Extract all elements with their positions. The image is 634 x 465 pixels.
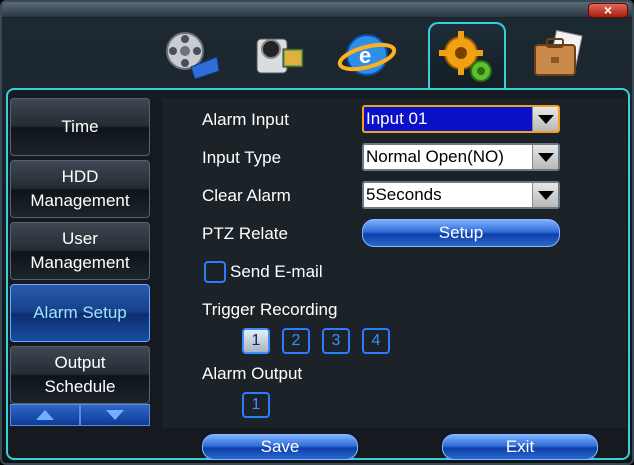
input-type-select[interactable]: Normal Open(NO) xyxy=(362,143,560,171)
sidebar-item-alarm-setup[interactable]: Alarm Setup xyxy=(10,284,150,342)
send-email-label: Send E-mail xyxy=(230,262,323,281)
trigger-channel-1[interactable]: 1 xyxy=(242,328,270,354)
alarm-output-1[interactable]: 1 xyxy=(242,392,270,418)
ptz-relate-label: PTZ Relate xyxy=(202,224,288,243)
sidebar-item-output-schedule[interactable]: Output Schedule xyxy=(10,346,150,404)
tab-camera[interactable] xyxy=(240,22,318,88)
trigger-recording-label: Trigger Recording xyxy=(202,300,338,319)
top-tab-bar: e xyxy=(152,22,612,90)
alarm-input-select[interactable]: Input 01 xyxy=(362,105,560,133)
sidebar-item-label-line2: Schedule xyxy=(44,377,116,396)
exit-button[interactable]: Exit xyxy=(442,434,598,460)
tab-system-info[interactable] xyxy=(520,22,598,88)
sidebar-item-label-line2: Management xyxy=(30,253,130,272)
chevron-down-icon[interactable] xyxy=(532,183,558,207)
send-email-checkbox[interactable] xyxy=(204,261,226,283)
tab-record[interactable] xyxy=(152,22,230,88)
footer: Save Exit xyxy=(6,430,630,460)
sidebar-item-hdd-management[interactable]: HDD Management xyxy=(10,160,150,218)
close-button[interactable]: × xyxy=(588,3,628,18)
sidebar-item-label: Alarm Setup xyxy=(33,303,127,322)
sidebar-scroll-buttons xyxy=(10,404,150,426)
sidebar-item-label-line1: Output xyxy=(54,353,106,372)
film-reel-icon xyxy=(166,32,220,80)
trigger-channel-3[interactable]: 3 xyxy=(322,328,350,354)
alarm-input-value: Input 01 xyxy=(366,109,428,128)
briefcase-icon xyxy=(534,30,583,76)
chevron-down-icon[interactable] xyxy=(532,145,558,169)
trigger-channel-2[interactable]: 2 xyxy=(282,328,310,354)
chevron-down-icon[interactable] xyxy=(532,107,558,131)
input-type-value: Normal Open(NO) xyxy=(366,147,504,166)
clear-alarm-value: 5Seconds xyxy=(366,185,442,204)
camcorder-icon xyxy=(256,38,304,74)
sidebar-item-label: Output Schedule xyxy=(45,351,116,399)
alarm-input-label: Alarm Input xyxy=(202,110,289,129)
alarm-setup-window: × e Time HDD Management User Management … xyxy=(0,0,634,465)
input-type-label: Input Type xyxy=(202,148,282,167)
tab-network[interactable]: e xyxy=(328,22,406,88)
sidebar-item-label: HDD Management xyxy=(30,165,129,213)
scroll-up-button[interactable] xyxy=(10,404,80,426)
alarm-settings-panel: Alarm Input Input 01 Input Type Normal O… xyxy=(162,98,626,428)
clear-alarm-label: Clear Alarm xyxy=(202,186,291,205)
tab-settings[interactable] xyxy=(428,22,506,90)
sidebar-item-label: Time xyxy=(61,117,99,136)
arrow-up-icon xyxy=(36,410,54,420)
sidebar-item-label-line1: User xyxy=(62,229,98,248)
sidebar-item-label-line2: Management xyxy=(30,191,130,210)
sidebar-item-label: User Management xyxy=(30,227,129,275)
sidebar-item-label-line1: HDD xyxy=(61,167,99,186)
clear-alarm-select[interactable]: 5Seconds xyxy=(362,181,560,209)
save-button[interactable]: Save xyxy=(202,434,358,460)
arrow-down-icon xyxy=(106,410,124,420)
title-bar: × xyxy=(2,2,632,18)
alarm-output-label: Alarm Output xyxy=(202,364,303,383)
ptz-setup-button[interactable]: Setup xyxy=(362,219,560,247)
trigger-channel-4[interactable]: 4 xyxy=(362,328,390,354)
svg-text:e: e xyxy=(359,43,371,68)
sidebar-item-time[interactable]: Time xyxy=(10,98,150,156)
network-globe-icon: e xyxy=(337,34,397,76)
gears-icon xyxy=(439,31,492,82)
sidebar: Time HDD Management User Management Alar… xyxy=(10,98,150,428)
scroll-down-button[interactable] xyxy=(80,404,150,426)
sidebar-item-user-management[interactable]: User Management xyxy=(10,222,150,280)
